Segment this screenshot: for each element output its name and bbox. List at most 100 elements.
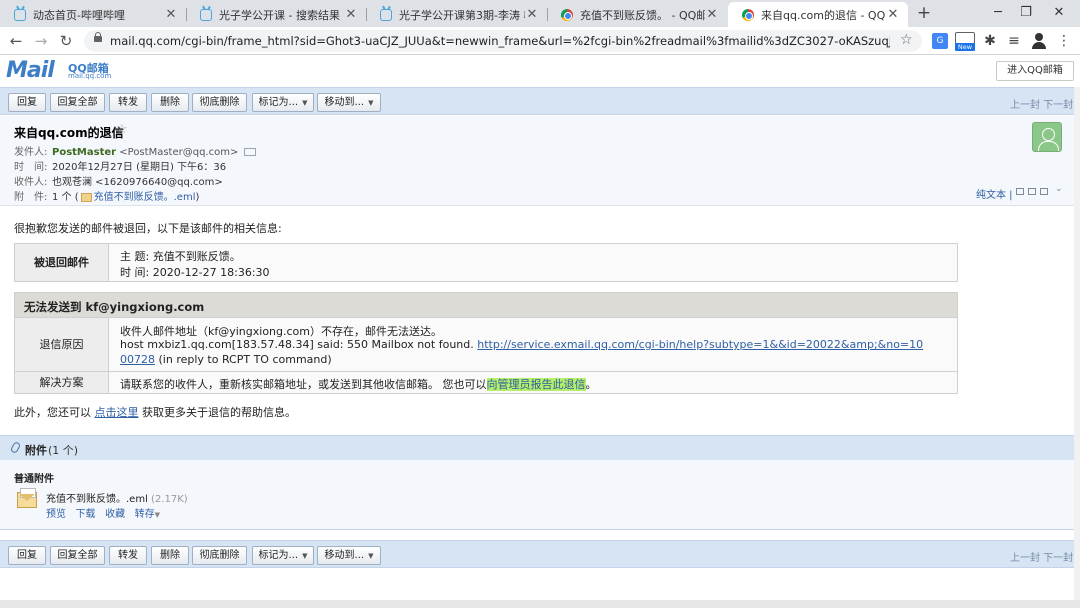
- sender-avatar[interactable]: [1032, 122, 1062, 152]
- chevron-down-icon[interactable]: ▼: [155, 511, 160, 519]
- attachment-row: 附 件: 1 个 ( 充值不到账反馈。.eml): [14, 188, 199, 203]
- attachment-file: 充值不到账反馈。.eml (2.17K): [46, 490, 188, 505]
- solution-end: 。: [585, 378, 597, 391]
- email-file-icon: [80, 192, 92, 202]
- favorite-link[interactable]: 收藏: [105, 509, 125, 520]
- forward-button[interactable]: 转发: [109, 93, 147, 112]
- browser-tab-3[interactable]: 光子学公开课第3期-李涛 教授： ✕: [366, 2, 547, 27]
- tab-title: 光子学公开课 - 搜索结果 - 哔哩: [219, 8, 344, 22]
- close-window-button[interactable]: ✕: [1045, 3, 1073, 23]
- solution-cell: 请联系您的收件人，重新核实邮箱地址，或发送到其他收信邮箱。 您也可以向管理员报告…: [108, 371, 958, 394]
- attachment-close: ): [195, 192, 200, 203]
- help-link[interactable]: http://service.exmail.qq.com/cgi-bin/hel…: [477, 338, 923, 351]
- prev-next-pager[interactable]: 上一封 下一封: [1010, 96, 1073, 111]
- close-icon[interactable]: ✕: [705, 7, 719, 22]
- reply-all-button[interactable]: 回复全部: [50, 546, 105, 565]
- bilibili-icon: [380, 8, 392, 21]
- rcpt-note: (in reply to RCPT TO command): [155, 353, 332, 366]
- recipient-value: 也观苍澜 <1620976640@qq.com>: [52, 177, 223, 188]
- delete-permanently-button[interactable]: 彻底删除: [192, 546, 247, 565]
- lock-icon: [94, 32, 102, 42]
- move-to-dropdown[interactable]: 移动到... ▼: [317, 546, 381, 565]
- delete-permanently-button[interactable]: 彻底删除: [192, 93, 247, 112]
- mail-action-bar-top: 回复 回复全部 转发 删除 彻底删除 标记为... ▼ 移动到... ▼ 上一封 下…: [0, 87, 1080, 115]
- attachment-file-size: (2.17K): [151, 494, 188, 505]
- attachments-count: (1 个): [48, 444, 79, 457]
- close-icon[interactable]: ✕: [886, 7, 900, 22]
- delete-button[interactable]: 删除: [151, 546, 189, 565]
- browser-tab-2[interactable]: 光子学公开课 - 搜索结果 - 哔哩 ✕: [186, 2, 366, 27]
- tab-title: 光子学公开课第3期-李涛 教授：: [399, 8, 525, 22]
- chevron-down-icon: ▼: [302, 552, 308, 560]
- page-bottom-edge: [0, 600, 1080, 608]
- browser-tab-4[interactable]: 充值不到账反馈。 - QQ邮箱 ✕: [547, 2, 727, 27]
- report-to-admin-link[interactable]: 向管理员报告此退信: [486, 378, 586, 391]
- plain-text-link[interactable]: 纯文本 |: [976, 186, 1013, 201]
- contact-card-icon[interactable]: [244, 148, 257, 156]
- mark-as-dropdown[interactable]: 标记为... ▼: [252, 546, 314, 565]
- sender-name[interactable]: PostMaster: [52, 147, 116, 158]
- print-icon[interactable]: [1040, 188, 1048, 195]
- star-icon[interactable]: ☆: [116, 122, 128, 137]
- browser-tab-1[interactable]: 动态首页-哔哩哔哩 ✕: [0, 2, 186, 27]
- mark-as-label: 标记为...: [258, 550, 299, 561]
- bookmark-star-icon[interactable]: ☆: [900, 32, 913, 48]
- reply-button[interactable]: 回复: [8, 546, 46, 565]
- close-icon[interactable]: ✕: [525, 7, 539, 22]
- close-icon[interactable]: ✕: [164, 7, 178, 22]
- chevron-down-icon[interactable]: ⌄: [1055, 184, 1063, 194]
- enter-qq-mail-button[interactable]: 进入QQ邮箱: [996, 61, 1074, 81]
- tab-title: 来自qq.com的退信 - QQ邮箱: [761, 8, 886, 22]
- sender-label: 发件人:: [14, 147, 48, 158]
- reload-icon[interactable]: ↻: [56, 31, 76, 51]
- move-to-dropdown[interactable]: 移动到... ▼: [317, 93, 381, 112]
- browser-tab-5-active[interactable]: 来自qq.com的退信 - QQ邮箱 ✕: [728, 2, 908, 27]
- reply-all-button[interactable]: 回复全部: [50, 93, 105, 112]
- mark-as-dropdown[interactable]: 标记为... ▼: [252, 93, 314, 112]
- vertical-scrollbar[interactable]: [1074, 87, 1080, 600]
- click-here-link[interactable]: 点击这里: [95, 406, 139, 419]
- close-icon[interactable]: ✕: [344, 7, 358, 22]
- prev-next-pager[interactable]: 上一封 下一封: [1010, 549, 1073, 564]
- extra-suffix: 获取更多关于退信的帮助信息。: [138, 406, 296, 419]
- returned-mail-info: 主 题: 充值不到账反馈。 时 间: 2020-12-27 18:36:30: [108, 243, 958, 282]
- forward-arrow-icon[interactable]: →: [31, 31, 51, 51]
- profile-avatar-icon[interactable]: [1032, 33, 1046, 49]
- save-to-link[interactable]: 转存: [135, 509, 155, 520]
- back-arrow-icon[interactable]: ←: [6, 31, 26, 51]
- email-file-icon: [17, 488, 37, 508]
- normal-attachments-heading: 普通附件: [14, 474, 54, 485]
- returned-subject: 主 题: 充值不到账反馈。: [120, 250, 241, 263]
- help-link-continued[interactable]: 00728: [120, 353, 155, 366]
- more-menu-icon[interactable]: ⋮: [1056, 33, 1072, 49]
- qq-mail-logo[interactable]: Mail: [6, 58, 55, 83]
- attachment-link[interactable]: 充值不到账反馈。.eml: [94, 192, 196, 203]
- reading-list-icon[interactable]: ≡: [1006, 33, 1022, 49]
- browser-toolbar: ← → ↻ mail.qq.com/cgi-bin/frame_html?sid…: [0, 27, 1080, 55]
- new-extension-icon[interactable]: New: [955, 32, 975, 51]
- preview-link[interactable]: 预览: [46, 509, 66, 520]
- attachment-label: 附 件:: [14, 192, 48, 203]
- attachment-actions: 预览 下载 收藏 转存▼: [46, 505, 160, 520]
- chrome-icon: [561, 8, 573, 21]
- copy-icon[interactable]: [1028, 188, 1036, 195]
- download-link[interactable]: 下载: [76, 509, 96, 520]
- maximize-button[interactable]: ❐: [1012, 3, 1040, 23]
- url-text[interactable]: mail.qq.com/cgi-bin/frame_html?sid=Ghot3…: [110, 34, 890, 48]
- delete-button[interactable]: 删除: [151, 93, 189, 112]
- new-tab-button[interactable]: +: [914, 4, 934, 24]
- reply-button[interactable]: 回复: [8, 93, 46, 112]
- extensions-puzzle-icon[interactable]: ✱: [982, 33, 998, 49]
- minimize-button[interactable]: ─: [984, 3, 1012, 23]
- address-bar[interactable]: mail.qq.com/cgi-bin/frame_html?sid=Ghot3…: [84, 30, 922, 52]
- tab-title: 充值不到账反馈。 - QQ邮箱: [580, 8, 705, 22]
- popout-icon[interactable]: [1016, 188, 1024, 195]
- logo-domain: mail.qq.com: [68, 72, 112, 80]
- reason-line-3: 00728 (in reply to RCPT TO command): [120, 353, 332, 366]
- attachments-title: 附件: [25, 444, 47, 457]
- forward-button[interactable]: 转发: [109, 546, 147, 565]
- translate-extension-icon[interactable]: G: [932, 33, 948, 49]
- attachment-count: 1 个 (: [52, 192, 79, 203]
- sender-address: <PostMaster@qq.com>: [119, 147, 239, 158]
- mail-action-bar-bottom: 回复 回复全部 转发 删除 彻底删除 标记为... ▼ 移动到... ▼ 上一封 下…: [0, 540, 1080, 568]
